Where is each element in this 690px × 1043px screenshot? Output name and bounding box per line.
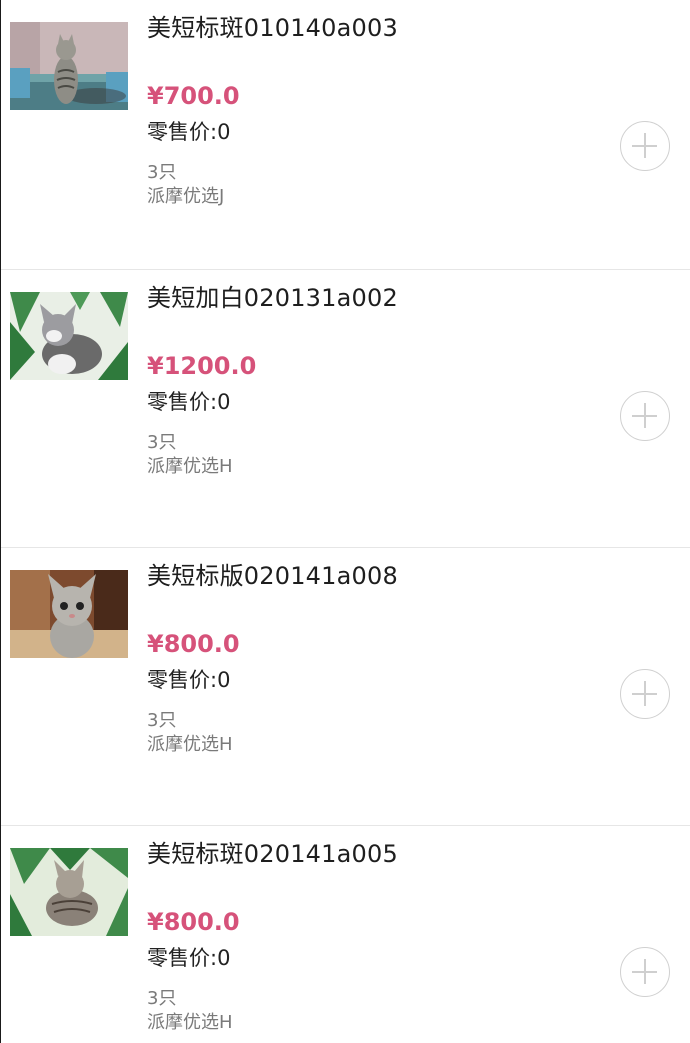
product-price: ¥1200.0 — [147, 352, 257, 380]
product-price: ¥800.0 — [147, 908, 240, 936]
product-title[interactable]: 美短标版020141a008 — [147, 556, 398, 591]
product-list: 美短标斑010140a003 ¥700.0 零售价:0 3只 派摩优选J 美短加… — [0, 0, 690, 1043]
stock-count: 3只 — [147, 432, 177, 453]
product-price: ¥700.0 — [147, 82, 240, 110]
product-item[interactable]: 美短标斑010140a003 ¥700.0 零售价:0 3只 派摩优选J — [1, 0, 690, 270]
product-image[interactable] — [10, 22, 128, 110]
retail-price: 零售价:0 — [147, 668, 231, 692]
seller-name: 派摩优选J — [147, 186, 225, 207]
cat-photo-icon — [10, 22, 128, 110]
product-item[interactable]: 美短标版020141a008 ¥800.0 零售价:0 3只 派摩优选H — [1, 548, 690, 826]
add-to-cart-button[interactable] — [620, 121, 670, 171]
cat-photo-icon — [10, 848, 128, 936]
product-item[interactable]: 美短标斑020141a005 ¥800.0 零售价:0 3只 派摩优选H — [1, 826, 690, 1043]
product-image[interactable] — [10, 848, 128, 936]
product-image[interactable] — [10, 570, 128, 658]
product-price: ¥800.0 — [147, 630, 240, 658]
add-to-cart-button[interactable] — [620, 947, 670, 997]
stock-count: 3只 — [147, 162, 177, 183]
seller-name: 派摩优选H — [147, 456, 233, 477]
seller-name: 派摩优选H — [147, 734, 233, 755]
product-title[interactable]: 美短标斑010140a003 — [147, 8, 398, 43]
add-to-cart-button[interactable] — [620, 669, 670, 719]
product-item[interactable]: 美短加白020131a002 ¥1200.0 零售价:0 3只 派摩优选H — [1, 270, 690, 548]
add-to-cart-button[interactable] — [620, 391, 670, 441]
stock-count: 3只 — [147, 988, 177, 1009]
cat-photo-icon — [10, 570, 128, 658]
retail-price: 零售价:0 — [147, 390, 231, 414]
seller-name: 派摩优选H — [147, 1012, 233, 1033]
stock-count: 3只 — [147, 710, 177, 731]
retail-price: 零售价:0 — [147, 120, 231, 144]
product-title[interactable]: 美短标斑020141a005 — [147, 834, 398, 869]
retail-price: 零售价:0 — [147, 946, 231, 970]
cat-photo-icon — [10, 292, 128, 380]
product-title[interactable]: 美短加白020131a002 — [147, 278, 398, 313]
product-image[interactable] — [10, 292, 128, 380]
